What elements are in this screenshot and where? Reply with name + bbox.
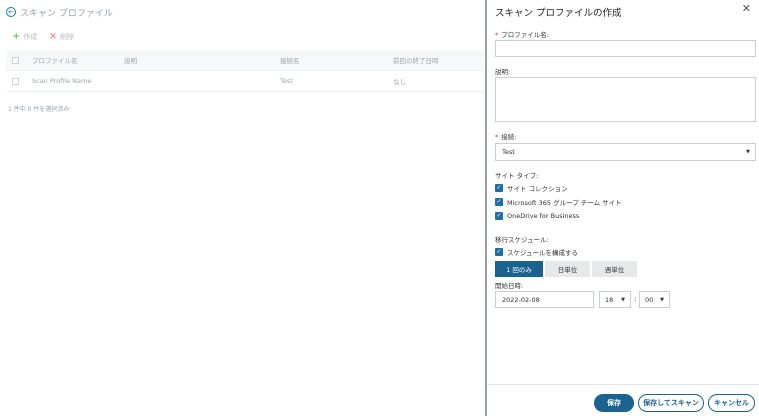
page-title: スキャン プロファイル — [20, 8, 113, 19]
checkmark-icon: ✓ — [495, 212, 503, 220]
plus-icon: + — [12, 31, 21, 42]
time-separator: : — [634, 295, 637, 303]
description-textarea[interactable] — [495, 77, 756, 122]
delete-icon: ✕ — [49, 31, 57, 42]
save-button[interactable]: 保存 — [594, 394, 634, 412]
header-description[interactable]: 説明 — [124, 55, 280, 65]
background-header: ← スキャン プロファイル — [6, 5, 113, 19]
site-type-label: サイト タイプ: — [495, 172, 539, 180]
checkmark-icon: ✓ — [495, 198, 503, 206]
onedrive-checkbox[interactable]: ✓ OneDrive for Business — [495, 212, 579, 220]
chevron-down-icon: ▼ — [660, 297, 664, 303]
configure-schedule-checkbox[interactable]: ✓ スケジュールを構成する — [495, 247, 578, 257]
cancel-button[interactable]: キャンセル — [708, 394, 755, 412]
header-last-end[interactable]: 前回の終了日時 — [393, 55, 483, 65]
back-arrow-icon[interactable]: ← — [6, 7, 16, 17]
start-label: 開始日時: — [495, 282, 524, 290]
delete-label: 削除 — [59, 33, 74, 41]
connection-select[interactable]: Test ▼ — [495, 143, 756, 161]
connection-label: * 接続: — [495, 133, 517, 141]
profile-name-label: * プロファイル名: — [495, 31, 549, 39]
row-checkbox[interactable] — [12, 77, 19, 85]
required-marker: * — [495, 31, 499, 39]
start-date-input[interactable]: 2022-02-08 — [495, 291, 594, 308]
header-connection[interactable]: 接続名 — [280, 55, 393, 65]
table-row[interactable]: Scan Profile Name Test なし — [6, 71, 484, 92]
schedule-label: 移行スケジュール: — [495, 236, 549, 244]
minute-value: 00 — [645, 295, 654, 304]
delete-button[interactable]: ✕ 削除 — [49, 32, 74, 42]
cell-last-end: なし — [393, 78, 406, 86]
selection-count: 1 件中 0 件を選択済み — [8, 106, 70, 113]
m365-group-label: Microsoft 365 グループ チーム サイト — [507, 199, 622, 207]
site-collection-label: サイト コレクション — [507, 185, 568, 193]
minute-select[interactable]: 00 ▼ — [639, 291, 670, 308]
m365-group-checkbox[interactable]: ✓ Microsoft 365 グループ チーム サイト — [495, 197, 622, 207]
configure-schedule-label: スケジュールを構成する — [507, 249, 579, 257]
hour-select[interactable]: 18 ▼ — [599, 291, 631, 308]
freq-once-button[interactable]: 1 回のみ — [495, 261, 543, 277]
checkmark-icon: ✓ — [495, 248, 503, 256]
save-and-scan-button[interactable]: 保存してスキャン — [638, 394, 704, 412]
create-label: 作成 — [23, 33, 38, 41]
freq-weekly-button[interactable]: 週単位 — [592, 261, 637, 277]
cell-connection: Test — [280, 77, 293, 85]
connection-value: Test — [502, 148, 515, 156]
create-profile-panel: スキャン プロファイルの作成 ✕ * プロファイル名: 説明: * 接続: Test… — [487, 0, 759, 416]
create-button[interactable]: + 作成 — [12, 32, 37, 42]
frequency-selector: 1 回のみ 日単位 週単位 — [495, 261, 637, 277]
select-all-checkbox[interactable] — [12, 56, 19, 64]
toolbar: + 作成 ✕ 削除 — [12, 32, 74, 42]
footer-divider — [487, 384, 759, 385]
cell-profile-name: Scan Profile Name — [32, 77, 92, 85]
hour-value: 18 — [605, 295, 614, 304]
chevron-down-icon: ▼ — [621, 297, 625, 303]
header-profile-name[interactable]: プロファイル名 — [32, 55, 124, 65]
description-label: 説明: — [495, 68, 511, 76]
required-marker: * — [495, 133, 499, 141]
profiles-table: プロファイル名 説明 接続名 前回の終了日時 Scan Profile Name… — [6, 50, 484, 92]
background-page: ← スキャン プロファイル + 作成 ✕ 削除 プロファイル名 説明 接続名 前… — [0, 0, 486, 416]
profile-name-input[interactable] — [495, 40, 756, 57]
close-icon[interactable]: ✕ — [742, 3, 751, 14]
panel-title: スキャン プロファイルの作成 — [495, 8, 622, 19]
freq-daily-button[interactable]: 日単位 — [545, 261, 590, 277]
table-header: プロファイル名 説明 接続名 前回の終了日時 — [6, 50, 484, 71]
site-collection-checkbox[interactable]: ✓ サイト コレクション — [495, 183, 568, 193]
onedrive-label: OneDrive for Business — [507, 212, 580, 220]
chevron-down-icon: ▼ — [746, 149, 750, 155]
checkmark-icon: ✓ — [495, 184, 503, 192]
